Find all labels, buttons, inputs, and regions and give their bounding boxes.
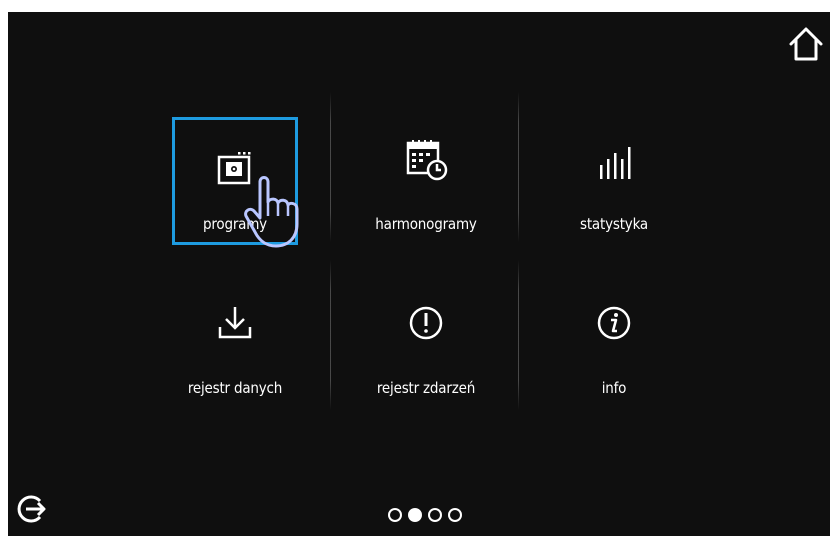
column-divider <box>330 260 331 410</box>
exclamation-circle-icon <box>406 303 446 347</box>
page-indicator <box>388 508 462 522</box>
home-icon <box>789 27 823 61</box>
download-icon <box>215 303 255 347</box>
page-dot[interactable] <box>448 508 462 522</box>
page-dot-active[interactable] <box>408 508 422 522</box>
column-divider <box>330 92 331 242</box>
tile-info[interactable]: info <box>534 277 694 417</box>
page-dot[interactable] <box>388 508 402 522</box>
calendar-schedule-icon <box>402 135 450 187</box>
tile-programy[interactable]: programy <box>155 107 315 247</box>
column-divider <box>518 260 519 410</box>
tile-label: rejestr zdarzeń <box>376 379 476 397</box>
tile-rejestr-zdarzen[interactable]: rejestr zdarzeń <box>346 277 506 417</box>
menu-screen: programy harmonogramy statystyka rejestr… <box>8 12 830 536</box>
bar-statistics-icon <box>592 145 636 185</box>
tile-label: statystyka <box>580 215 648 233</box>
tile-statystyka[interactable]: statystyka <box>534 107 694 247</box>
info-circle-icon <box>594 303 634 347</box>
logout-button[interactable] <box>14 492 48 526</box>
tile-label: info <box>601 379 627 397</box>
logout-icon <box>17 495 46 523</box>
tile-rejestr-danych[interactable]: rejestr danych <box>155 277 315 417</box>
tile-label: programy <box>203 215 267 233</box>
home-button[interactable] <box>786 24 826 64</box>
page-dot[interactable] <box>428 508 442 522</box>
column-divider <box>518 92 519 242</box>
tile-label: rejestr danych <box>187 379 283 397</box>
tile-harmonogramy[interactable]: harmonogramy <box>346 107 506 247</box>
tile-label: harmonogramy <box>375 215 477 233</box>
program-settings-icon <box>215 149 255 193</box>
